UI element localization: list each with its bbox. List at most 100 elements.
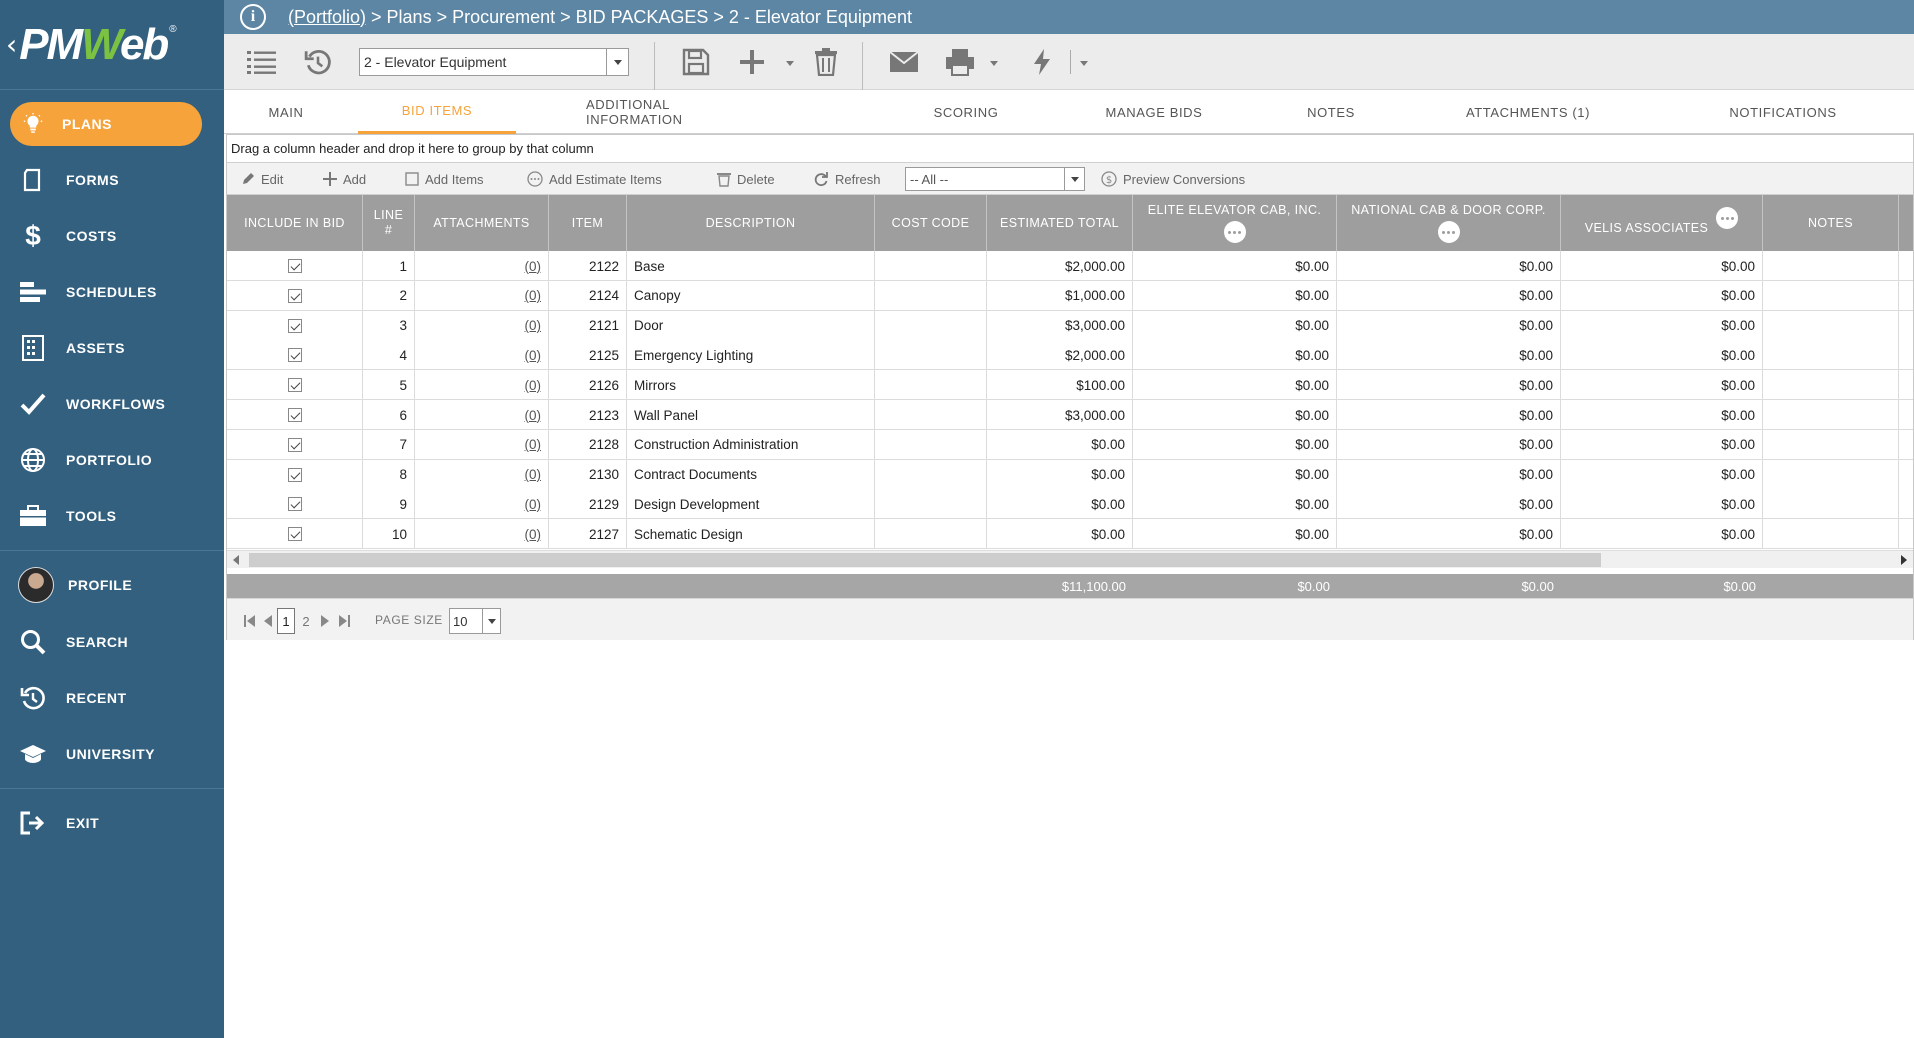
sidebar-item-profile[interactable]: PROFILE	[0, 562, 224, 608]
page-size-select[interactable]: 10	[449, 608, 501, 634]
col-header-item[interactable]: ITEM	[549, 195, 627, 251]
cell-cost-code[interactable]	[875, 400, 987, 430]
delete-row-button[interactable]: Delete	[717, 163, 775, 195]
tab-notifications[interactable]: NOTIFICATIONS	[1718, 90, 1848, 134]
col-header-bidder-velis[interactable]: VELIS ASSOCIATES	[1561, 195, 1763, 251]
save-icon[interactable]	[680, 46, 712, 78]
chevron-down-icon[interactable]	[1064, 168, 1084, 190]
table-row[interactable]: 3 (0) 2121 Door $3,000.00 $0.00 $0.00 $0.00	[227, 310, 1913, 341]
cell-notes[interactable]	[1763, 251, 1899, 281]
cell-cost-code[interactable]	[875, 280, 987, 311]
attachments-link[interactable]: (0)	[525, 527, 542, 542]
attachments-link[interactable]: (0)	[525, 348, 542, 363]
sidebar-item-workflows[interactable]: WORKFLOWS	[0, 381, 224, 427]
tab-scoring[interactable]: SCORING	[906, 90, 1026, 134]
record-select[interactable]: 2 - Elevator Equipment	[359, 48, 629, 76]
table-row[interactable]: 5 (0) 2126 Mirrors $100.00 $0.00 $0.00 $0.00	[227, 370, 1913, 401]
include-checkbox[interactable]	[287, 259, 302, 273]
workflow-lightning-icon[interactable]	[1026, 46, 1058, 78]
cell-cost-code[interactable]	[875, 519, 987, 550]
include-checkbox[interactable]	[287, 318, 302, 333]
attachments-link[interactable]: (0)	[525, 497, 542, 512]
info-icon[interactable]: i	[240, 4, 266, 30]
back-chevron-icon[interactable]: ‹	[6, 28, 17, 61]
history-icon[interactable]	[302, 46, 334, 78]
page-number-current[interactable]: 1	[277, 608, 295, 634]
scroll-right-arrow-icon[interactable]	[1901, 555, 1907, 565]
cell-description[interactable]: Construction Administration	[627, 429, 875, 460]
cell-notes[interactable]	[1763, 310, 1899, 341]
attachments-link[interactable]: (0)	[525, 259, 542, 274]
table-row[interactable]: 1 (0) 2122 Base $2,000.00 $0.00 $0.00 $0.00	[227, 251, 1913, 281]
cell-notes[interactable]	[1763, 340, 1899, 371]
next-page-icon[interactable]	[319, 611, 331, 631]
sidebar-item-exit[interactable]: EXIT	[0, 800, 224, 846]
sidebar-item-schedules[interactable]: SCHEDULES	[0, 269, 224, 315]
col-header-notes[interactable]: NOTES	[1763, 195, 1899, 251]
add-dropdown-chevron-icon[interactable]	[786, 61, 794, 66]
table-row[interactable]: 7 (0) 2128 Construction Administration $0.00…	[227, 429, 1913, 460]
cell-cost-code[interactable]	[875, 310, 987, 341]
preview-conversions-button[interactable]: $ Preview Conversions	[1101, 163, 1245, 195]
cell-description[interactable]: Design Development	[627, 489, 875, 520]
include-checkbox[interactable]	[287, 378, 302, 393]
cell-notes[interactable]	[1763, 370, 1899, 401]
table-row[interactable]: 4 (0) 2125 Emergency Lighting $2,000.00 $0.00…	[227, 340, 1913, 371]
cell-cost-code[interactable]	[875, 489, 987, 520]
delete-icon[interactable]	[810, 46, 842, 78]
sidebar-item-portfolio[interactable]: PORTFOLIO	[0, 437, 224, 483]
cell-cost-code[interactable]	[875, 370, 987, 401]
sidebar-item-university[interactable]: UNIVERSITY	[0, 731, 224, 777]
refresh-button[interactable]: Refresh	[813, 163, 881, 195]
last-page-icon[interactable]	[337, 611, 351, 631]
include-checkbox[interactable]	[287, 288, 302, 303]
cell-notes[interactable]	[1763, 280, 1899, 311]
include-checkbox[interactable]	[287, 437, 302, 452]
cell-description[interactable]: Schematic Design	[627, 519, 875, 550]
prev-page-icon[interactable]	[261, 611, 273, 631]
cell-description[interactable]: Mirrors	[627, 370, 875, 401]
breadcrumb-portfolio-link[interactable]: (Portfolio)	[288, 7, 366, 27]
cell-description[interactable]: Canopy	[627, 280, 875, 311]
tab-attachments[interactable]: ATTACHMENTS (1)	[1448, 90, 1608, 134]
more-options-icon[interactable]	[1223, 221, 1246, 243]
include-checkbox[interactable]	[287, 467, 302, 482]
print-icon[interactable]	[944, 46, 976, 78]
cell-cost-code[interactable]	[875, 429, 987, 460]
cell-cost-code[interactable]	[875, 459, 987, 490]
first-page-icon[interactable]	[243, 611, 257, 631]
cell-notes[interactable]	[1763, 459, 1899, 490]
tab-additional-information[interactable]: ADDITIONAL INFORMATION	[586, 90, 766, 134]
scrollbar-thumb[interactable]	[249, 553, 1601, 567]
add-estimate-items-button[interactable]: Add Estimate Items	[527, 163, 662, 195]
table-row[interactable]: 9 (0) 2129 Design Development $0.00 $0.00 $0.0…	[227, 489, 1913, 520]
col-header-include-in-bid[interactable]: INCLUDE IN BID	[227, 195, 363, 251]
sidebar-item-costs[interactable]: $ COSTS	[0, 213, 224, 259]
attachments-link[interactable]: (0)	[525, 408, 542, 423]
tab-main[interactable]: MAIN	[224, 90, 348, 134]
attachments-link[interactable]: (0)	[525, 467, 542, 482]
action-dropdown-chevron-icon[interactable]	[1080, 61, 1088, 66]
col-header-estimated-total[interactable]: ESTIMATED TOTAL	[987, 195, 1133, 251]
table-row[interactable]: 2 (0) 2124 Canopy $1,000.00 $0.00 $0.00 $0.00	[227, 280, 1913, 311]
chevron-down-icon[interactable]	[606, 49, 628, 75]
add-icon[interactable]	[736, 46, 768, 78]
cell-description[interactable]: Base	[627, 251, 875, 281]
attachments-link[interactable]: (0)	[525, 318, 542, 333]
sidebar-item-assets[interactable]: ASSETS	[0, 325, 224, 371]
pmweb-logo[interactable]: ‹ PMWeb ®	[0, 0, 224, 90]
sidebar-item-forms[interactable]: FORMS	[0, 157, 224, 203]
sidebar-item-recent[interactable]: RECENT	[0, 675, 224, 721]
col-header-bidder-national[interactable]: NATIONAL CAB & DOOR CORP.	[1337, 195, 1561, 251]
cell-notes[interactable]	[1763, 489, 1899, 520]
include-checkbox[interactable]	[287, 348, 302, 363]
scroll-left-arrow-icon[interactable]	[233, 555, 239, 565]
table-row[interactable]: 6 (0) 2123 Wall Panel $3,000.00 $0.00 $0.00 $0.…	[227, 400, 1913, 430]
cell-notes[interactable]	[1763, 519, 1899, 550]
table-row[interactable]: 10 (0) 2127 Schematic Design $0.00 $0.00 $0.00…	[227, 519, 1913, 550]
include-checkbox[interactable]	[287, 408, 302, 422]
edit-button[interactable]: Edit	[241, 163, 283, 195]
cell-notes[interactable]	[1763, 429, 1899, 460]
include-checkbox[interactable]	[287, 527, 302, 542]
table-row[interactable]: 8 (0) 2130 Contract Documents $0.00 $0.00 $0.0…	[227, 459, 1913, 490]
